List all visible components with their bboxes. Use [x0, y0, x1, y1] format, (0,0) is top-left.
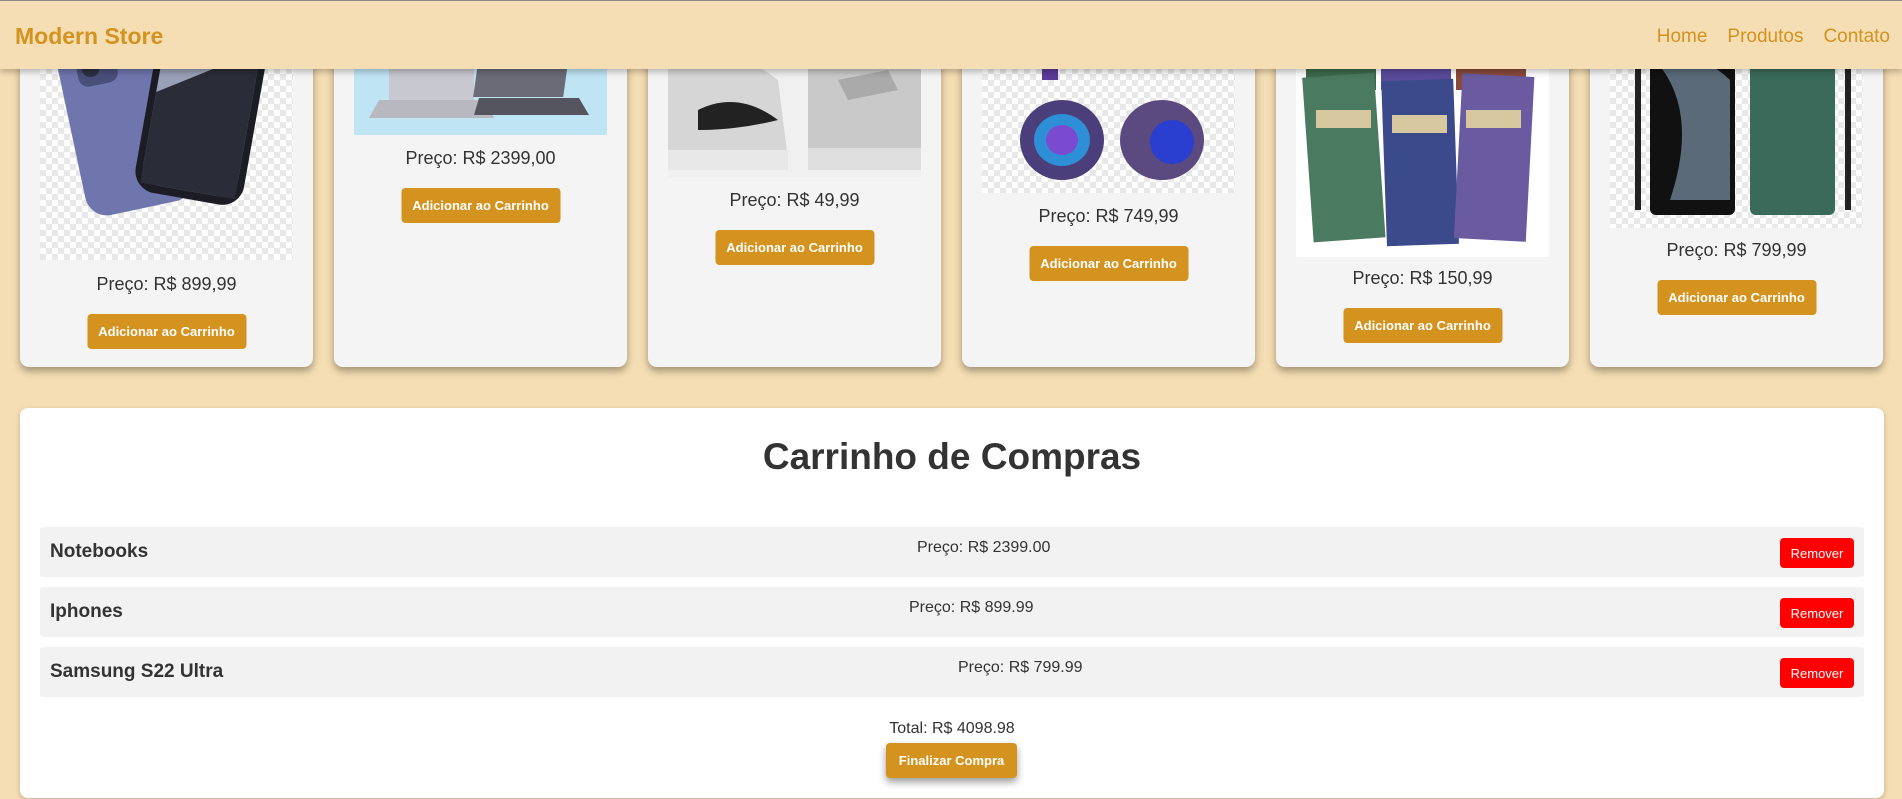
product-price: Preço: R$ 2399,00	[405, 148, 556, 168]
checkout-button[interactable]: Finalizar Compra	[886, 743, 1017, 778]
nav-home[interactable]: Home	[1657, 26, 1708, 48]
product-card-sneakers: Preço: R$ 49,99 Adicionar ao Carrinho	[648, 20, 941, 367]
cart-item-price: Preço: R$ 2399.00	[917, 539, 1051, 556]
nav-produtos[interactable]: Produtos	[1727, 26, 1803, 48]
cart-item-name: Notebooks	[50, 541, 149, 562]
nav-contato[interactable]: Contato	[1823, 26, 1890, 48]
product-card-notebook: Preço: R$ 2399,00 Adicionar ao Carrinho	[334, 20, 627, 367]
product-card-books: Preço: R$ 150,99 Adicionar ao Carrinho	[1276, 20, 1569, 367]
cart-item-price: Preço: R$ 899.99	[909, 599, 1034, 616]
brand-logo[interactable]: Modern Store	[15, 23, 163, 50]
add-to-cart-button[interactable]: Adicionar ao Carrinho	[1657, 280, 1816, 315]
remove-button[interactable]: Remover	[1780, 658, 1854, 688]
cart-item: Iphones Preço: R$ 899.99 Remover	[40, 587, 1864, 637]
product-price: Preço: R$ 49,99	[729, 190, 860, 210]
main-nav: Home Produtos Contato	[1657, 26, 1890, 48]
cart-item-price: Preço: R$ 799.99	[958, 659, 1083, 676]
cart-item-name: Samsung S22 Ultra	[50, 661, 224, 682]
add-to-cart-button[interactable]: Adicionar ao Carrinho	[401, 188, 560, 223]
remove-button[interactable]: Remover	[1780, 538, 1854, 568]
remove-button[interactable]: Remover	[1780, 598, 1854, 628]
shopping-cart: Carrinho de Compras Notebooks Preço: R$ …	[20, 408, 1884, 798]
cart-title: Carrinho de Compras	[762, 436, 1142, 477]
cart-item: Notebooks Preço: R$ 2399.00 Remover	[40, 527, 1864, 577]
cart-total: Total: R$ 4098.98	[889, 720, 1015, 737]
product-price: Preço: R$ 899,99	[96, 274, 237, 294]
product-card-headphones: Preço: R$ 749,99 Adicionar ao Carrinho	[962, 20, 1255, 367]
product-card-iphone: Preço: R$ 899,99 Adicionar ao Carrinho	[20, 20, 313, 367]
add-to-cart-button[interactable]: Adicionar ao Carrinho	[87, 314, 246, 349]
site-header: Modern Store Home Produtos Contato	[0, 0, 1902, 69]
product-price: Preço: R$ 799,99	[1666, 240, 1807, 260]
product-card-samsung: Preço: R$ 799,99 Adicionar ao Carrinho	[1590, 20, 1883, 367]
add-to-cart-button[interactable]: Adicionar ao Carrinho	[715, 230, 874, 265]
add-to-cart-button[interactable]: Adicionar ao Carrinho	[1029, 246, 1188, 281]
cart-item-name: Iphones	[50, 601, 123, 622]
product-price: Preço: R$ 749,99	[1038, 206, 1179, 226]
product-price: Preço: R$ 150,99	[1352, 268, 1493, 288]
cart-item: Samsung S22 Ultra Preço: R$ 799.99 Remov…	[40, 647, 1864, 697]
add-to-cart-button[interactable]: Adicionar ao Carrinho	[1343, 308, 1502, 343]
